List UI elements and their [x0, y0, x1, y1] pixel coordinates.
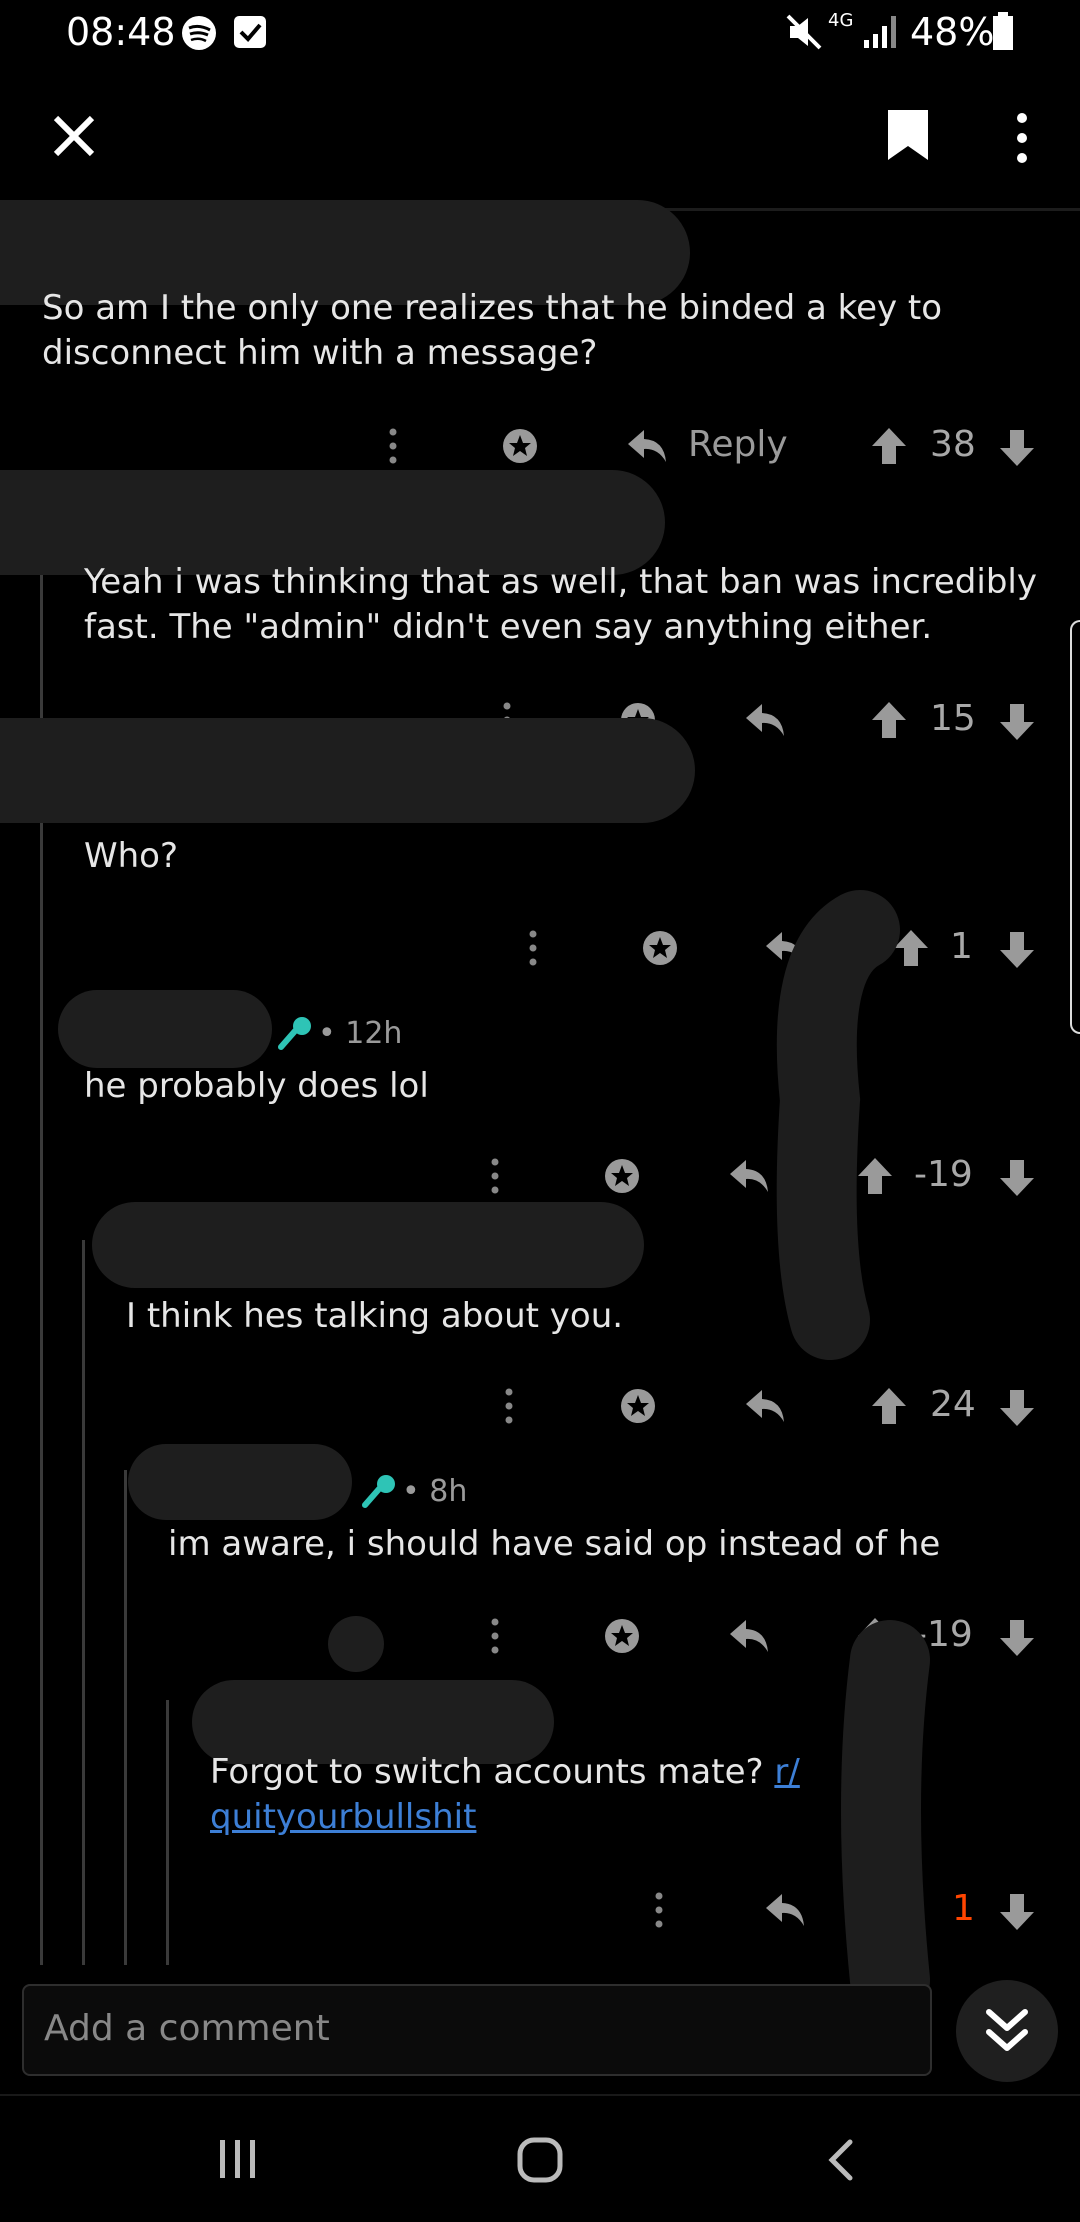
redaction-strokes	[776, 890, 930, 2020]
recents-icon[interactable]	[216, 2138, 260, 2180]
next-comment-button[interactable]	[956, 1980, 1058, 2082]
comment-placeholder: Add a comment	[44, 2008, 330, 2049]
double-chevron-down-icon	[986, 2009, 1028, 2051]
scrollbar[interactable]	[1070, 620, 1080, 1034]
back-icon[interactable]	[826, 2138, 856, 2182]
home-icon[interactable]	[516, 2136, 564, 2184]
comment-input[interactable]: Add a comment	[22, 1984, 932, 2076]
system-nav-bar	[0, 2094, 1080, 2222]
